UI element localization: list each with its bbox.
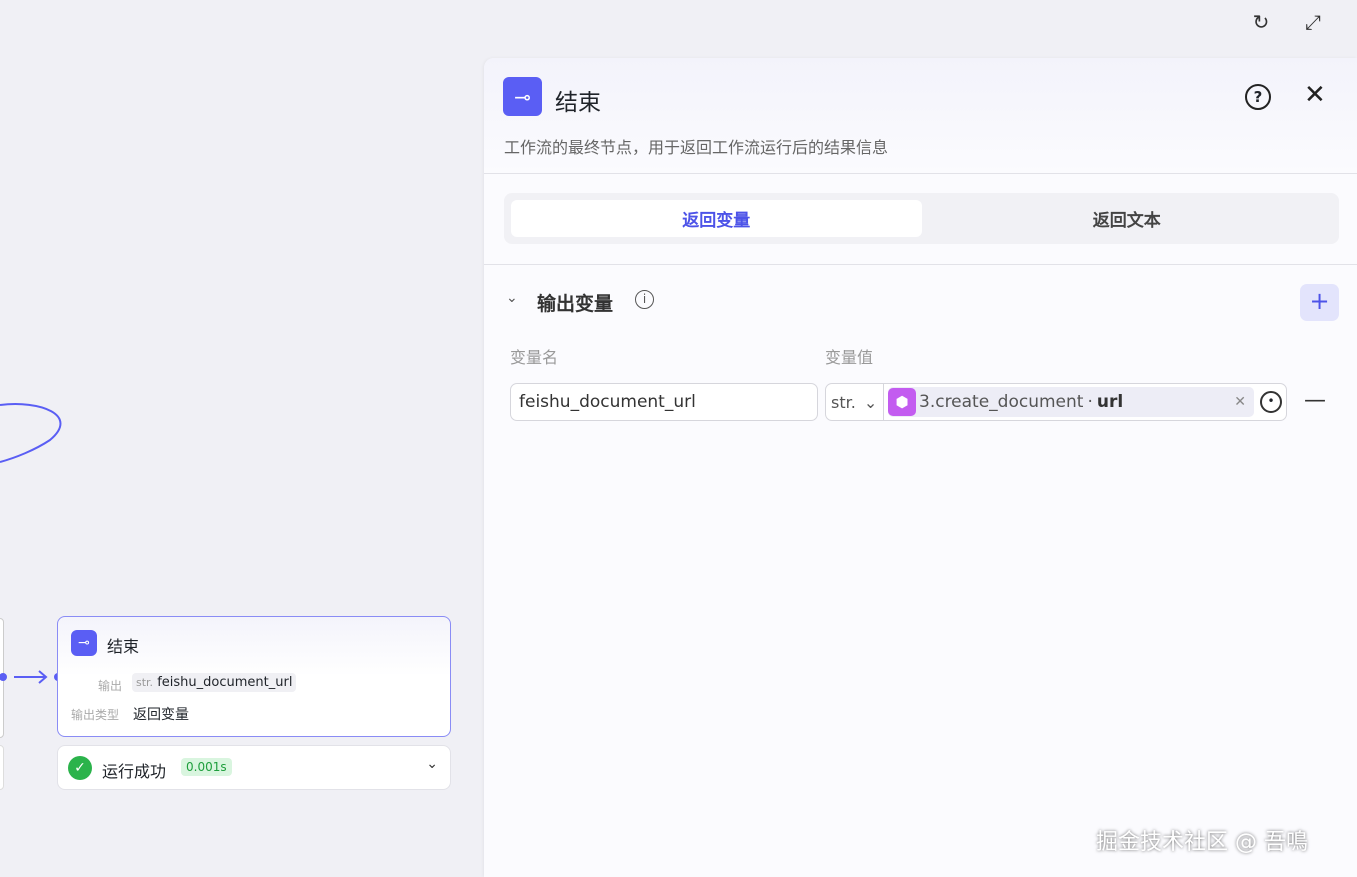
watermark: 掘金技术社区 @ 吾鳴	[1096, 830, 1308, 855]
variable-name-input[interactable]: feishu_document_url	[510, 383, 818, 421]
collapse-chevron-icon[interactable]: ⌄	[506, 290, 518, 306]
chevron-down-icon: ⌄	[863, 392, 878, 412]
success-check-icon: ✓	[68, 756, 92, 780]
end-node-icon: ⊸	[71, 630, 97, 656]
panel-title: 结束	[555, 90, 601, 116]
output-name: feishu_document_url	[157, 675, 293, 690]
node-config-panel: ⊸ 结束 ? ✕ 工作流的最终节点，用于返回工作流运行后的结果信息 返回变量 返…	[484, 58, 1357, 877]
run-status-label: 运行成功	[102, 762, 167, 781]
edge-arrow	[0, 670, 62, 684]
node-title: 结束	[107, 637, 140, 656]
column-header-name: 变量名	[510, 348, 559, 367]
output-label: 输出	[98, 679, 123, 693]
variable-picker-icon[interactable]: •	[1260, 391, 1282, 413]
tab-return-text[interactable]: 返回文本	[922, 200, 1333, 237]
output-type-value: 返回变量	[133, 707, 189, 723]
type-value: str.	[831, 392, 856, 412]
variable-name-value: feishu_document_url	[519, 392, 696, 412]
ref-node: 3.create_document	[919, 392, 1084, 412]
expand-icon[interactable]: ⤢	[1301, 10, 1325, 34]
clear-icon[interactable]: ✕	[1234, 394, 1246, 410]
close-icon[interactable]: ✕	[1304, 80, 1326, 110]
cube-icon: ⬢	[888, 388, 916, 416]
output-mode-tabs: 返回变量 返回文本	[504, 193, 1339, 244]
run-time-badge: 0.001s	[181, 758, 232, 776]
panel-description: 工作流的最终节点，用于返回工作流运行后的结果信息	[504, 138, 889, 157]
info-icon[interactable]: i	[635, 290, 654, 309]
edge-curve	[0, 403, 62, 463]
refresh-icon[interactable]: ↻	[1249, 10, 1273, 34]
variable-reference-chip[interactable]: ⬢ 3.create_document · url ✕	[888, 387, 1254, 417]
chevron-down-icon[interactable]: ⌄	[426, 756, 438, 772]
tab-return-variables[interactable]: 返回变量	[511, 200, 922, 237]
ref-field: url	[1096, 392, 1124, 412]
prev-node-status-edge	[0, 745, 4, 790]
ref-sep: ·	[1087, 392, 1093, 412]
column-header-value: 变量值	[825, 348, 874, 367]
add-variable-button[interactable]: +	[1300, 284, 1339, 321]
help-icon[interactable]: ?	[1245, 84, 1271, 110]
variable-value-input[interactable]: str. ⌄ ⬢ 3.create_document · url ✕ •	[825, 383, 1287, 421]
type-select[interactable]: str. ⌄	[826, 384, 884, 420]
section-title: 输出变量	[537, 293, 614, 315]
end-node-icon: ⊸	[503, 77, 542, 116]
remove-variable-button[interactable]: —	[1304, 388, 1326, 413]
output-type-label: 输出类型	[71, 708, 120, 722]
type-tag: str.	[136, 676, 154, 689]
run-status-bar[interactable]: ✓ 运行成功 0.001s ⌄	[57, 745, 451, 790]
end-node-card[interactable]: ⊸ 结束 输出 str. feishu_document_url 输出类型 返回…	[57, 616, 451, 737]
